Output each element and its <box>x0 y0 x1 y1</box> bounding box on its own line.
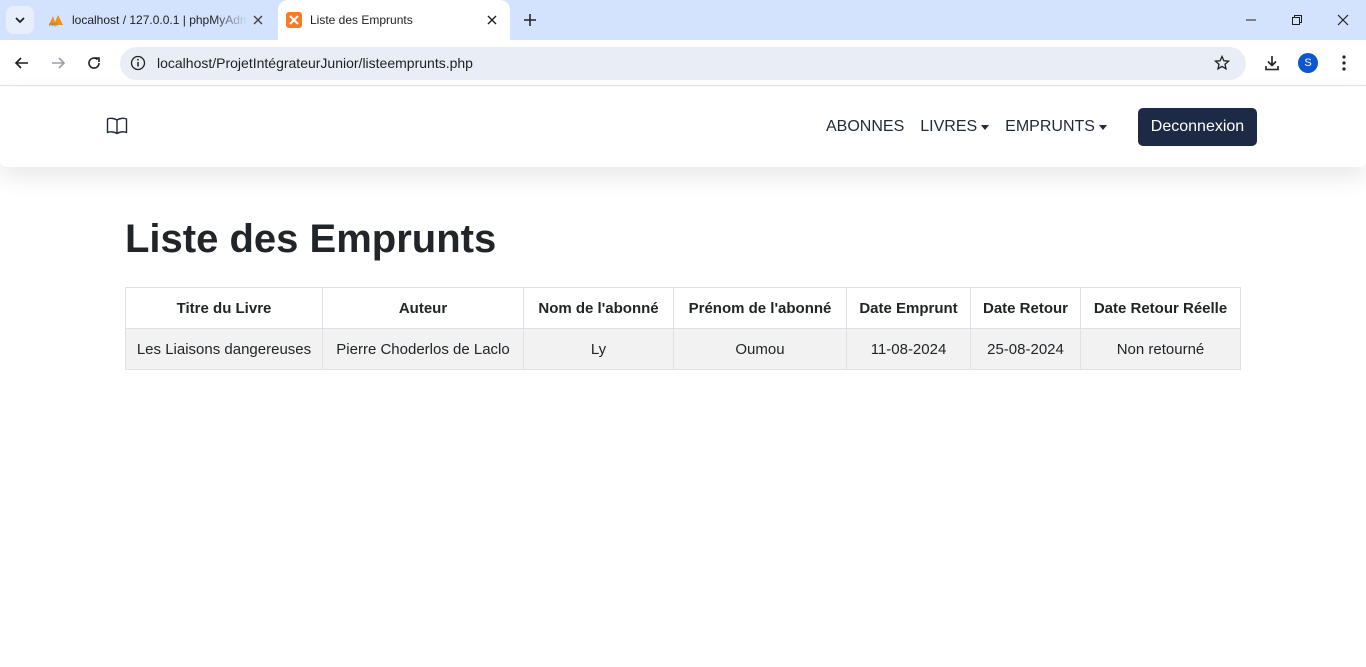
table-cell: Ly <box>523 328 674 370</box>
logout-button[interactable]: Deconnexion <box>1138 108 1257 146</box>
caret-down-icon <box>981 124 990 130</box>
bookmark-star-icon[interactable] <box>1212 53 1232 73</box>
downloads-button[interactable] <box>1260 51 1284 75</box>
close-tab-icon[interactable] <box>482 10 502 30</box>
restore-icon <box>1292 15 1302 25</box>
nav-abonnes[interactable]: ABONNES <box>826 118 904 136</box>
svg-text:PMA: PMA <box>49 23 58 28</box>
arrow-right-icon <box>52 57 66 69</box>
tab-search-button[interactable] <box>6 6 34 34</box>
column-header: Date Retour <box>970 287 1081 329</box>
column-header: Date Retour Réelle <box>1080 287 1241 329</box>
column-header: Prénom de l'abonné <box>673 287 847 329</box>
browser-menu-button[interactable] <box>1332 51 1356 75</box>
kebab-menu-icon <box>1342 55 1346 71</box>
download-icon <box>1265 56 1279 71</box>
phpmyadmin-icon: PMA <box>48 12 64 28</box>
table-row: Les Liaisons dangereuses Pierre Choderlo… <box>125 328 1241 370</box>
plus-icon <box>524 14 536 26</box>
arrow-left-icon <box>14 57 28 69</box>
table-cell: Non retourné <box>1080 328 1241 370</box>
forward-button[interactable] <box>44 49 72 77</box>
address-bar[interactable]: localhost/ProjetIntégrateurJunior/listee… <box>120 47 1246 80</box>
table-cell: 11-08-2024 <box>846 328 971 370</box>
browser-toolbar: localhost/ProjetIntégrateurJunior/listee… <box>0 40 1366 86</box>
site-info-icon[interactable] <box>128 53 148 73</box>
new-tab-button[interactable] <box>518 8 542 32</box>
table-cell: Oumou <box>673 328 847 370</box>
page-title: Liste des Emprunts <box>125 217 497 261</box>
tab-strip: PMA localhost / 127.0.0.1 | phpMyAdmin L… <box>0 0 1366 40</box>
nav-livres-label: LIVRES <box>920 118 978 135</box>
column-header: Nom de l'abonné <box>523 287 674 329</box>
xampp-icon <box>286 12 302 28</box>
column-header: Date Emprunt <box>846 287 971 329</box>
page-content: ABONNES LIVRES EMPRUNTS Deconnexion List… <box>0 87 1366 667</box>
caret-down-icon <box>1098 124 1107 130</box>
minimize-button[interactable] <box>1228 0 1274 40</box>
nav-emprunts-label: EMPRUNTS <box>1005 118 1095 135</box>
tab-title: Liste des Emprunts <box>310 13 413 27</box>
table-cell: 25-08-2024 <box>970 328 1081 370</box>
column-header: Titre du Livre <box>125 287 323 329</box>
column-header: Auteur <box>322 287 524 329</box>
close-tab-icon[interactable] <box>248 10 268 30</box>
reload-icon <box>88 57 100 69</box>
profile-avatar[interactable]: S <box>1298 53 1318 73</box>
nav-abonnes-label: ABONNES <box>826 118 905 135</box>
tab-title: localhost / 127.0.0.1 | phpMyAdmin <box>72 13 248 27</box>
reload-button[interactable] <box>80 49 108 77</box>
table-cell: Pierre Choderlos de Laclo <box>322 328 524 370</box>
nav-links: ABONNES LIVRES EMPRUNTS <box>826 118 1123 136</box>
minimize-icon <box>1246 19 1256 21</box>
restore-button[interactable] <box>1274 0 1320 40</box>
nav-livres-dropdown[interactable]: LIVRES <box>920 118 990 136</box>
close-icon <box>1337 14 1349 26</box>
back-button[interactable] <box>8 49 36 77</box>
tab-phpmyadmin[interactable]: PMA localhost / 127.0.0.1 | phpMyAdmin <box>40 0 276 40</box>
site-navbar: ABONNES LIVRES EMPRUNTS Deconnexion <box>0 87 1366 167</box>
tab-liste-emprunts[interactable]: Liste des Emprunts <box>278 0 510 40</box>
table-cell: Les Liaisons dangereuses <box>125 328 323 370</box>
book-icon[interactable] <box>106 117 128 137</box>
table-header-row: Titre du Livre Auteur Nom de l'abonné Pr… <box>125 287 1241 329</box>
nav-emprunts-dropdown[interactable]: EMPRUNTS <box>1005 118 1107 136</box>
close-window-button[interactable] <box>1320 0 1366 40</box>
chevron-down-icon <box>15 17 25 24</box>
url-text[interactable]: localhost/ProjetIntégrateurJunior/listee… <box>157 55 473 71</box>
emprunts-table: Titre du Livre Auteur Nom de l'abonné Pr… <box>125 287 1241 370</box>
